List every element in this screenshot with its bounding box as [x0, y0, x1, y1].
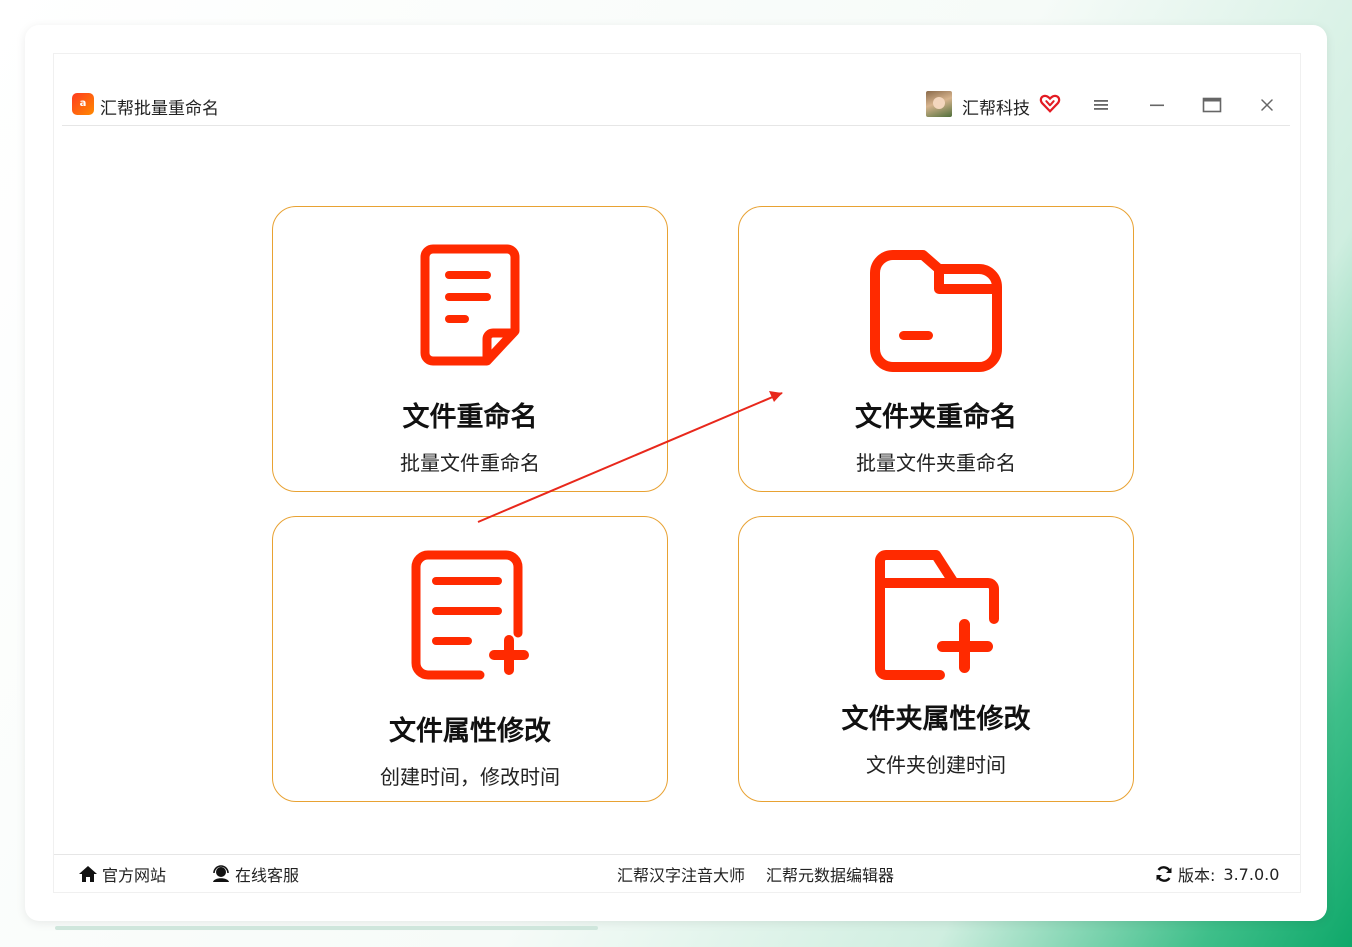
- official-site-label: 官方网站: [102, 866, 167, 885]
- headset-icon: [213, 865, 229, 882]
- pinyin-tool-label: 汇帮汉字注音大师: [617, 866, 746, 885]
- document-add-icon: [411, 550, 529, 680]
- app-content: a 汇帮批量重命名 汇帮科技 文件重命名 批量文件重命名 文件夹重命名 批量文件…: [53, 53, 1301, 893]
- version-label: 版本:: [1178, 866, 1216, 885]
- card-title: 文件夹重命名: [855, 402, 1017, 433]
- document-icon: [420, 244, 520, 366]
- app-logo-icon: a: [72, 93, 94, 115]
- maximize-button[interactable]: [1195, 88, 1229, 122]
- pinyin-tool-link[interactable]: 汇帮汉字注音大师: [617, 862, 745, 886]
- card-title: 文件夹属性修改: [841, 704, 1031, 735]
- file-attr-card[interactable]: 文件属性修改 创建时间，修改时间: [272, 516, 668, 802]
- footer-divider: [54, 854, 1300, 855]
- user-avatar[interactable]: [926, 91, 952, 117]
- version-info: 版本: 3.7.0.0: [1154, 862, 1279, 886]
- card-subtitle: 文件夹创建时间: [866, 753, 1006, 777]
- minimize-button[interactable]: [1140, 88, 1174, 122]
- folder-icon: [870, 250, 1002, 372]
- folder-attr-card[interactable]: 文件夹属性修改 文件夹创建时间: [738, 516, 1134, 802]
- title-divider: [62, 125, 1290, 126]
- folder-rename-card[interactable]: 文件夹重命名 批量文件夹重命名: [738, 206, 1134, 492]
- title-bar: a 汇帮批量重命名 汇帮科技: [54, 54, 1300, 126]
- version-value: 3.7.0.0: [1223, 864, 1280, 884]
- card-subtitle: 创建时间，修改时间: [380, 765, 560, 789]
- card-title: 文件属性修改: [389, 716, 551, 747]
- close-icon: [1261, 99, 1273, 111]
- online-service-label: 在线客服: [235, 866, 300, 885]
- metadata-editor-label: 汇帮元数据编辑器: [766, 866, 895, 885]
- app-window: a 汇帮批量重命名 汇帮科技 文件重命名 批量文件重命名 文件夹重命名 批量文件…: [25, 25, 1327, 921]
- card-subtitle: 批量文件重命名: [400, 451, 540, 475]
- menu-button[interactable]: [1084, 88, 1118, 122]
- card-subtitle: 批量文件夹重命名: [856, 451, 1016, 475]
- minimize-icon: [1150, 104, 1164, 107]
- refresh-icon[interactable]: [1154, 864, 1174, 884]
- file-rename-card[interactable]: 文件重命名 批量文件重命名: [272, 206, 668, 492]
- home-icon: [79, 866, 97, 882]
- close-button[interactable]: [1250, 88, 1284, 122]
- menu-icon: [1094, 100, 1108, 110]
- vip-heart-icon[interactable]: [1039, 92, 1061, 114]
- scroll-indicator: [55, 926, 598, 930]
- maximize-icon: [1202, 97, 1222, 113]
- folder-add-icon: [875, 550, 999, 680]
- user-name[interactable]: 汇帮科技: [962, 94, 1030, 119]
- app-title: 汇帮批量重命名: [100, 99, 219, 119]
- official-site-link[interactable]: 官方网站: [78, 862, 166, 886]
- online-service-link[interactable]: 在线客服: [211, 862, 299, 886]
- metadata-editor-link[interactable]: 汇帮元数据编辑器: [766, 862, 894, 886]
- card-title: 文件重命名: [402, 402, 538, 433]
